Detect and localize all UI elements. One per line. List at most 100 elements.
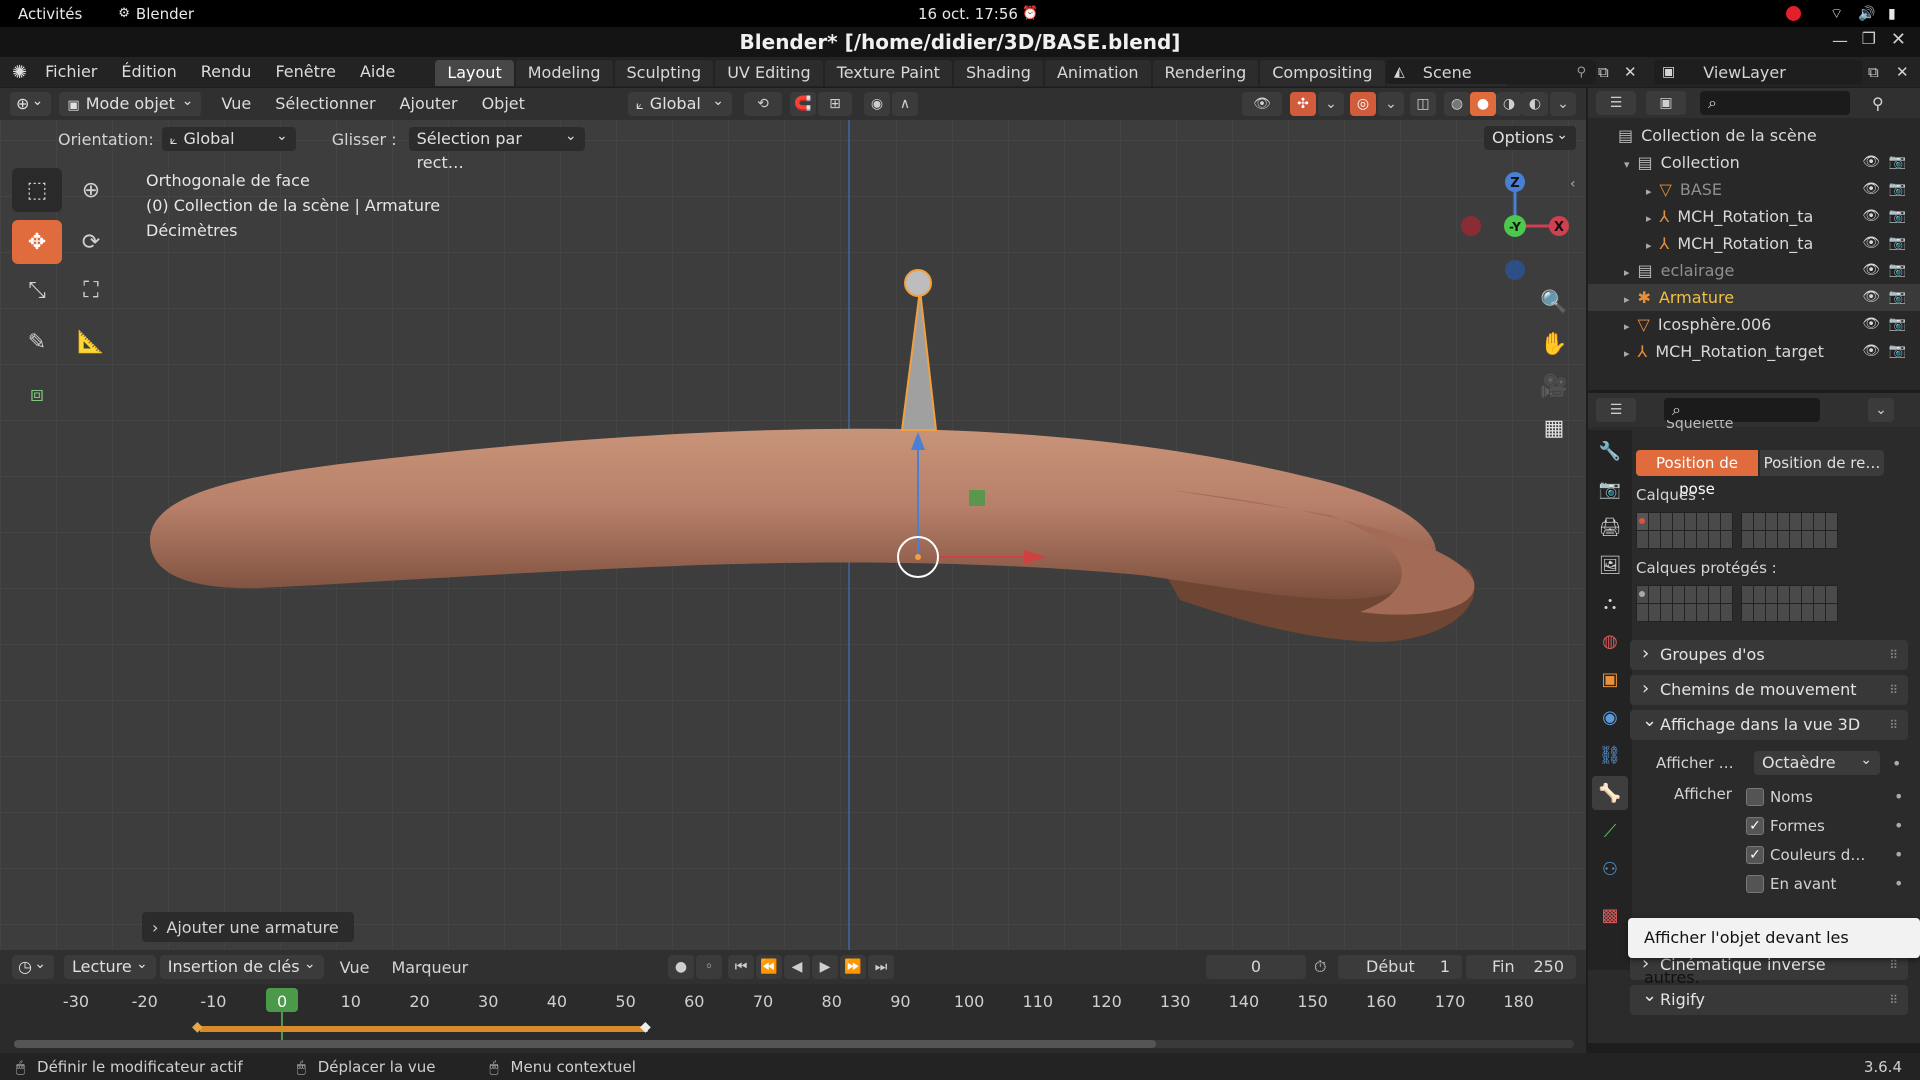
eye-icon[interactable]: 👁 xyxy=(1862,311,1880,338)
workspace-tab-5[interactable]: Shading xyxy=(953,60,1043,86)
workspace-tab-3[interactable]: UV Editing xyxy=(715,60,823,86)
camera-icon[interactable]: 📷 xyxy=(1889,284,1906,311)
wifi-icon[interactable]: ⌔ xyxy=(1830,5,1843,23)
transform-orientation-dropdown[interactable]: ⟀ Global xyxy=(628,89,732,116)
prev-keyframe-icon[interactable]: ⏪ xyxy=(756,955,782,979)
object-tab-icon[interactable]: ▣ xyxy=(1592,662,1628,696)
clock[interactable]: 16 oct. 17:56 xyxy=(918,5,1018,23)
camera-icon[interactable]: 📷 xyxy=(1889,311,1906,338)
overlays-dropdown[interactable]: ⌄ xyxy=(1378,92,1404,116)
keyframe-diamond-end[interactable]: ◆ xyxy=(640,1019,651,1035)
visibility-dropdown[interactable]: 👁 xyxy=(1242,92,1282,116)
workspace-tab-1[interactable]: Modeling xyxy=(515,60,613,86)
ortho-grid-icon[interactable]: ▦ xyxy=(1536,410,1572,446)
gizmo-toggle[interactable]: ✣ xyxy=(1290,92,1316,116)
anim-dot-icon[interactable]: • xyxy=(1894,845,1903,864)
pose-position-button[interactable]: Position de pose xyxy=(1636,450,1758,498)
outliner-row[interactable]: ▸ ⅄ MCH_Rotation_ta 👁 📷 xyxy=(1588,203,1920,230)
outliner-row[interactable]: ▾ ▤ Collection 👁 📷 xyxy=(1588,149,1920,176)
outliner-row[interactable]: ▸ ⅄ MCH_Rotation_target 👁 📷 xyxy=(1588,338,1920,365)
menu-0[interactable]: Fichier xyxy=(33,57,109,87)
viewlayer-selector[interactable]: ▣ ViewLayer xyxy=(1654,60,1862,84)
camera-icon[interactable]: 📷 xyxy=(1889,338,1906,365)
expand-arrow-icon[interactable]: ▾ xyxy=(1624,158,1630,171)
play-reverse-icon[interactable]: ◀ xyxy=(784,955,810,979)
outliner-display-mode[interactable]: ▣ xyxy=(1646,91,1686,115)
solid-shading-button[interactable]: ● xyxy=(1470,92,1496,116)
layer-block-2[interactable] xyxy=(1741,512,1838,549)
viewport-menu-2[interactable]: Ajouter xyxy=(388,89,470,119)
rest-position-button[interactable]: Position de re… xyxy=(1760,450,1884,476)
eye-icon[interactable]: 👁 xyxy=(1862,203,1880,230)
outliner-row[interactable]: ▸ ▽ BASE 👁 📷 xyxy=(1588,176,1920,203)
protected-layer-block-1[interactable] xyxy=(1636,585,1733,622)
camera-icon[interactable]: 📷 xyxy=(1889,257,1906,284)
workspace-tab-8[interactable]: Compositing xyxy=(1260,60,1385,86)
bone-constraint-tab-icon[interactable]: ⚇ xyxy=(1592,852,1628,886)
material-shading-button[interactable]: ◑ xyxy=(1496,92,1522,116)
play-icon[interactable]: ▶ xyxy=(812,955,838,979)
workspace-tab-0[interactable]: Layout xyxy=(435,60,514,86)
volume-icon[interactable]: 🔊 xyxy=(1858,6,1875,22)
jump-end-icon[interactable]: ⏭ xyxy=(868,955,894,979)
drag-grip-icon[interactable]: ⠿ xyxy=(1889,710,1898,740)
camera-view-icon[interactable]: 🎥 xyxy=(1536,368,1572,404)
activities-button[interactable]: Activités xyxy=(18,5,82,23)
viewport-menu-0[interactable]: Vue xyxy=(209,89,263,119)
motion-paths-panel[interactable]: Chemins de mouvement ⠿ xyxy=(1630,674,1908,705)
view-layer-tab-icon[interactable]: 🖼 xyxy=(1592,548,1628,582)
pin-icon[interactable]: ⚲ xyxy=(1576,65,1586,80)
keying-dropdown[interactable]: Insertion de clés xyxy=(159,952,324,979)
blender-logo-icon[interactable]: ✺ xyxy=(12,62,27,83)
eye-icon[interactable]: 👁 xyxy=(1862,230,1880,257)
world-tab-icon[interactable]: ◍ xyxy=(1592,624,1628,658)
camera-icon[interactable]: 📷 xyxy=(1889,149,1906,176)
camera-icon[interactable]: 📷 xyxy=(1889,230,1906,257)
keying-set-button[interactable]: ◦ xyxy=(696,955,722,979)
timeline-scrollbar[interactable] xyxy=(14,1040,1574,1048)
scene-tab-icon[interactable]: ⛬ xyxy=(1592,586,1628,620)
marker-menu[interactable]: Marqueur xyxy=(391,958,468,977)
camera-icon[interactable]: 📷 xyxy=(1889,176,1906,203)
next-keyframe-icon[interactable]: ⏩ xyxy=(840,955,866,979)
gizmo-dropdown[interactable]: ⌄ xyxy=(1318,92,1344,116)
sidebar-toggle-icon[interactable]: ‹ xyxy=(1570,176,1576,192)
viewport-menu-1[interactable]: Sélectionner xyxy=(263,89,387,119)
mode-dropdown[interactable]: ▣ Mode objet xyxy=(59,89,202,116)
overlays-toggle[interactable]: ◎ xyxy=(1350,92,1376,116)
checkbox[interactable] xyxy=(1746,787,1764,806)
bone-tab-icon[interactable]: ⟋ xyxy=(1592,814,1628,848)
battery-icon[interactable]: ▮ xyxy=(1888,6,1896,22)
tool-tab-icon[interactable]: 🔧 xyxy=(1592,434,1628,468)
playback-dropdown[interactable]: Lecture xyxy=(63,952,156,979)
eye-icon[interactable]: 👁 xyxy=(1862,284,1880,311)
anim-dot-icon[interactable]: • xyxy=(1894,816,1903,835)
menu-3[interactable]: Fenêtre xyxy=(263,57,348,87)
bone-groups-panel[interactable]: Groupes d'os ⠿ xyxy=(1630,639,1908,670)
outliner-row[interactable]: ▸ ▽ Icosphère.006 👁 📷 xyxy=(1588,311,1920,338)
expand-arrow-icon[interactable]: ▸ xyxy=(1624,293,1630,306)
anim-dot-icon[interactable]: • xyxy=(1892,754,1901,773)
proportional-falloff-dropdown[interactable]: ∧ xyxy=(892,92,918,116)
last-operator-panel[interactable]: › Ajouter une armature xyxy=(142,912,354,942)
xray-toggle[interactable]: ◫ xyxy=(1410,92,1436,116)
outliner-editor-type[interactable]: ☰ xyxy=(1596,91,1636,115)
start-frame-field[interactable]: Début 1 xyxy=(1338,955,1462,979)
workspace-tab-7[interactable]: Rendering xyxy=(1152,60,1259,86)
render-tab-icon[interactable]: 📷 xyxy=(1592,472,1628,506)
anim-dot-icon[interactable]: • xyxy=(1894,874,1903,893)
auto-key-toggle[interactable]: ● xyxy=(668,955,694,979)
end-frame-field[interactable]: Fin 250 xyxy=(1466,955,1576,979)
outliner-root[interactable]: ▤ Collection de la scène xyxy=(1588,122,1920,149)
armature-data-tab-icon[interactable]: 🦴 xyxy=(1592,776,1628,810)
outliner-row[interactable]: ▸ ✱ Armature 👁 📷 xyxy=(1588,284,1920,311)
properties-search-input[interactable]: ⌕ xyxy=(1664,398,1820,422)
output-tab-icon[interactable]: 🖨 xyxy=(1592,510,1628,544)
minimize-icon[interactable]: — xyxy=(1832,31,1848,50)
shading-dropdown[interactable]: ⌄ xyxy=(1550,92,1576,116)
jump-start-icon[interactable]: ⏮ xyxy=(728,955,754,979)
outliner-row[interactable]: ▸ ▤ eclairage 👁 📷 xyxy=(1588,257,1920,284)
filter-icon[interactable]: ⚲ xyxy=(1872,94,1884,113)
protected-layer-block-2[interactable] xyxy=(1741,585,1838,622)
display-as-dropdown[interactable]: Octaèdre xyxy=(1754,748,1880,775)
